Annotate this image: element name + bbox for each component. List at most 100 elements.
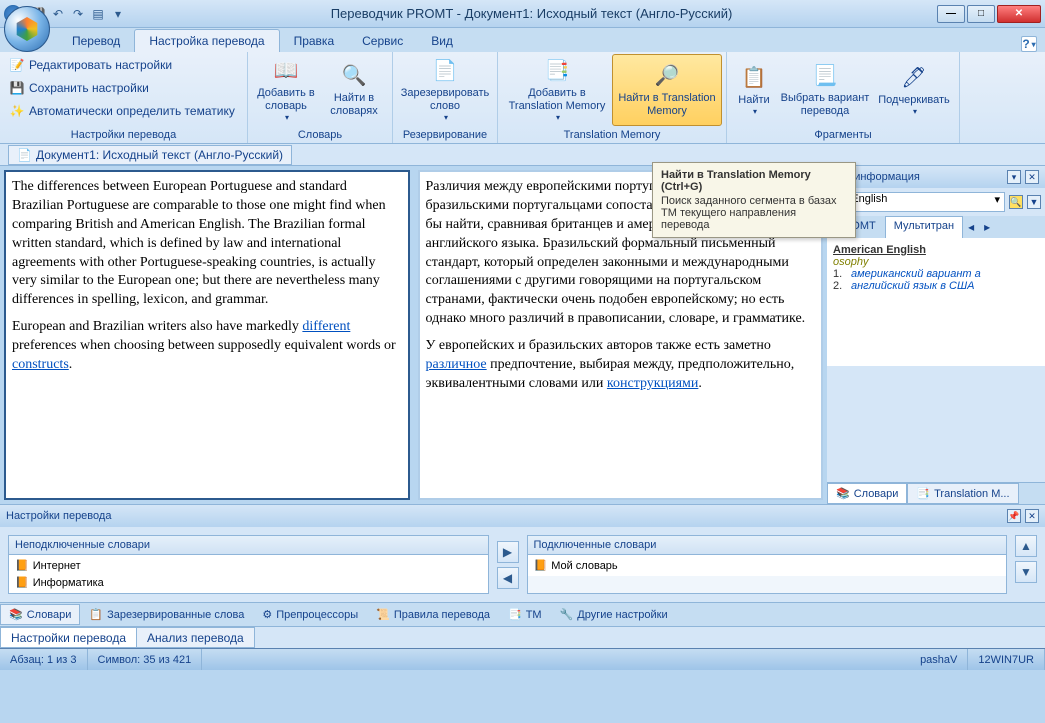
app-orb[interactable] bbox=[4, 6, 50, 52]
connected-header: Подключенные словари bbox=[528, 536, 1007, 555]
dict-item-my[interactable]: 📙Мой словарь bbox=[530, 557, 1005, 574]
move-buttons: ▶ ◀ bbox=[497, 535, 519, 594]
move-left-button[interactable]: ◀ bbox=[497, 567, 519, 589]
settings-close-icon[interactable]: ✕ bbox=[1025, 509, 1039, 523]
settings-body: Неподключенные словари 📙Интернет 📙Информ… bbox=[0, 527, 1045, 602]
underline-icon: 🖊 bbox=[900, 64, 928, 92]
source-paragraph-2: European and Brazilian writers also have… bbox=[12, 318, 402, 375]
dict-tab-multitran[interactable]: Мультитран bbox=[885, 216, 963, 238]
dict-item-internet[interactable]: 📙Интернет bbox=[11, 557, 486, 574]
side-bottom-tabs: 📚Словари 📑Translation M... bbox=[827, 482, 1045, 504]
source-pane[interactable]: The differences between European Portugu… bbox=[4, 170, 410, 500]
btab-reserved-words[interactable]: 📋Зарезервированные слова bbox=[80, 604, 253, 625]
variant-icon: 📃 bbox=[811, 62, 839, 90]
target-link-1[interactable]: различное bbox=[426, 357, 487, 372]
document-tab[interactable]: 📄Документ1: Исходный текст (Англо-Русски… bbox=[8, 145, 292, 165]
dict-tab-prev[interactable]: ◂ bbox=[963, 216, 979, 238]
chevron-down-icon: ▾ bbox=[444, 113, 448, 123]
btab-dictionaries[interactable]: 📚Словари bbox=[0, 604, 80, 625]
settings-pin-icon[interactable]: 📌 bbox=[1007, 509, 1021, 523]
close-button[interactable]: ✕ bbox=[997, 5, 1041, 23]
atab-analysis[interactable]: Анализ перевода bbox=[136, 627, 255, 648]
dict-entry-1[interactable]: американский вариант а bbox=[851, 268, 1039, 280]
reserve-icon: 📄 bbox=[431, 57, 459, 85]
label: Найти bbox=[738, 94, 769, 107]
dict-filter-icon[interactable]: ▼ bbox=[1027, 195, 1041, 209]
connected-dictionaries-box: Подключенные словари 📙Мой словарь bbox=[527, 535, 1008, 594]
book-icon: 📙 bbox=[15, 576, 29, 589]
chevron-down-icon: ▾ bbox=[556, 113, 560, 123]
btab-preprocessors[interactable]: ⚙Препроцессоры bbox=[253, 604, 367, 625]
group-translation-memory: 📑Добавить в Translation Memory▾ 🔎Найти в… bbox=[498, 52, 727, 143]
tab-edit[interactable]: Правка bbox=[280, 30, 349, 52]
source-link-constructs[interactable]: constructs bbox=[12, 357, 69, 372]
redo-icon[interactable]: ↷ bbox=[70, 6, 86, 22]
auto-detect-topic-button[interactable]: ✨Автоматически определить тематику bbox=[4, 100, 240, 122]
btab-tm[interactable]: 📑TM bbox=[499, 604, 551, 625]
ribbon-tabs: Перевод Настройка перевода Правка Сервис… bbox=[0, 28, 1045, 52]
source-link-different[interactable]: different bbox=[302, 319, 350, 334]
side-pin-icon[interactable]: ▾ bbox=[1007, 170, 1021, 184]
help-icon[interactable]: ?▾ bbox=[1021, 36, 1037, 52]
move-right-button[interactable]: ▶ bbox=[497, 541, 519, 563]
dict-language-select[interactable]: an English ▾ bbox=[831, 192, 1005, 212]
group-label: Словарь bbox=[252, 127, 388, 143]
doc-icon: 📄 bbox=[17, 148, 32, 162]
group-dictionary: 📖Добавить в словарь▾ 🔍Найти в словарях С… bbox=[248, 52, 393, 143]
group-label: Настройки перевода bbox=[4, 127, 243, 143]
wand-icon: ✨ bbox=[9, 103, 25, 119]
minimize-button[interactable]: — bbox=[937, 5, 965, 23]
side-close-icon[interactable]: ✕ bbox=[1025, 170, 1039, 184]
undo-icon[interactable]: ↶ bbox=[50, 6, 66, 22]
status-symbol: Символ: 35 из 421 bbox=[88, 649, 203, 670]
dict-entry-2[interactable]: английский язык в США bbox=[851, 280, 1039, 292]
find-in-dictionaries-button[interactable]: 🔍Найти в словарях bbox=[320, 54, 388, 126]
qat-more-icon[interactable]: ▾ bbox=[110, 6, 126, 22]
target-link-2[interactable]: конструкциями bbox=[607, 376, 698, 391]
group-label: Фрагменты bbox=[731, 127, 955, 143]
window-controls: — □ ✕ bbox=[935, 5, 1041, 23]
dict-item-informatics[interactable]: 📙Информатика bbox=[11, 574, 486, 591]
find-in-tm-button[interactable]: 🔎Найти в Translation Memory bbox=[612, 54, 722, 126]
side-tab-dictionaries[interactable]: 📚Словари bbox=[827, 483, 907, 504]
add-to-dictionary-button[interactable]: 📖Добавить в словарь▾ bbox=[252, 54, 320, 126]
qat-icon-1[interactable]: ▤ bbox=[90, 6, 106, 22]
btab-translation-rules[interactable]: 📜Правила перевода bbox=[367, 604, 499, 625]
find-icon: 📋 bbox=[740, 64, 768, 92]
tm-add-icon: 📑 bbox=[543, 57, 571, 85]
atab-settings[interactable]: Настройки перевода bbox=[0, 627, 137, 648]
dict-search-icon[interactable]: 🔍 bbox=[1009, 195, 1023, 209]
btab-other-settings[interactable]: 🔧Другие настройки bbox=[551, 604, 677, 625]
find-button[interactable]: 📋Найти▾ bbox=[731, 54, 777, 126]
settings-header: Настройки перевода 📌 ✕ bbox=[0, 505, 1045, 527]
dict-source-tabs: PROMT Мультитран ◂ ▸ bbox=[827, 216, 1045, 238]
tab-service[interactable]: Сервис bbox=[348, 30, 417, 52]
list-icon: 📋 bbox=[89, 608, 103, 621]
status-user: pashaV bbox=[910, 649, 968, 670]
tab-translate[interactable]: Перевод bbox=[58, 30, 134, 52]
add-to-tm-button[interactable]: 📑Добавить в Translation Memory▾ bbox=[502, 54, 612, 126]
tab-translation-settings[interactable]: Настройка перевода bbox=[134, 29, 279, 52]
titlebar: 💾 ↶ ↷ ▤ ▾ Переводчик PROMT - Документ1: … bbox=[0, 0, 1045, 28]
book-icon: 📚 bbox=[9, 608, 23, 621]
reserve-word-button[interactable]: 📄Зарезервировать слово▾ bbox=[397, 54, 493, 126]
tm-icon: 📑 bbox=[508, 608, 522, 621]
edit-settings-button[interactable]: 📝Редактировать настройки bbox=[4, 54, 240, 76]
save-settings-button[interactable]: 💾Сохранить настройки bbox=[4, 77, 240, 99]
analysis-tabs: Настройки перевода Анализ перевода bbox=[0, 626, 1045, 648]
group-translation-settings: 📝Редактировать настройки 💾Сохранить наст… bbox=[0, 52, 248, 143]
dict-tab-next[interactable]: ▸ bbox=[979, 216, 995, 238]
side-panel-header: ная информация ▾ ✕ bbox=[827, 166, 1045, 188]
settings-bottom-tabs: 📚Словари 📋Зарезервированные слова ⚙Препр… bbox=[0, 602, 1045, 626]
maximize-button[interactable]: □ bbox=[967, 5, 995, 23]
move-up-button[interactable]: ▲ bbox=[1015, 535, 1037, 557]
tab-view[interactable]: Вид bbox=[417, 30, 467, 52]
underline-button[interactable]: 🖊Подчеркивать▾ bbox=[873, 54, 955, 126]
statusbar: Абзац: 1 из 3 Символ: 35 из 421 pashaV 1… bbox=[0, 648, 1045, 670]
document-tab-bar: 📄Документ1: Исходный текст (Англо-Русски… bbox=[0, 144, 1045, 166]
choose-variant-button[interactable]: 📃Выбрать вариант перевода bbox=[777, 54, 873, 126]
side-tab-tm[interactable]: 📑Translation M... bbox=[907, 483, 1018, 504]
book-icon: 📙 bbox=[15, 559, 29, 572]
source-paragraph-1: The differences between European Portugu… bbox=[12, 178, 402, 310]
move-down-button[interactable]: ▼ bbox=[1015, 561, 1037, 583]
